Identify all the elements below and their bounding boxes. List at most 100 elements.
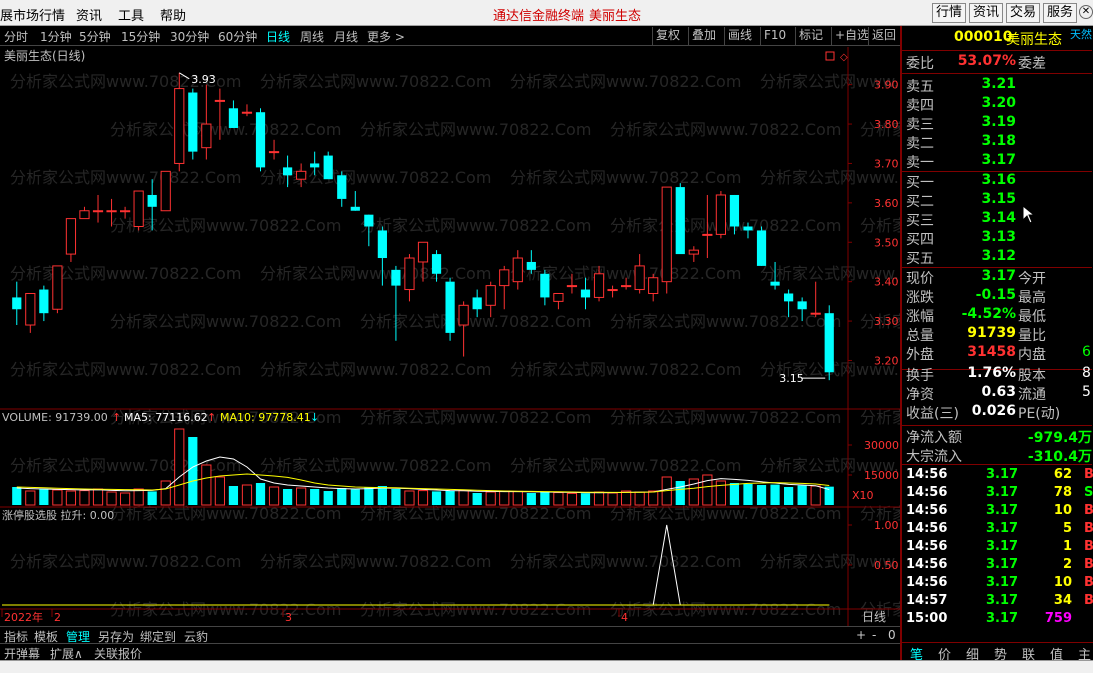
stat-row: 现价 3.17 今开 — [906, 268, 1093, 287]
tick-time: 14:56 — [906, 503, 948, 518]
volume-bar — [797, 485, 807, 505]
period-weekly[interactable]: 周线 — [300, 28, 324, 45]
candle-body — [485, 285, 496, 306]
tick-row: 14:56 3.17 10 B — [906, 575, 1093, 593]
ask-label: 卖三 — [906, 117, 934, 133]
f10-button[interactable]: F10 — [760, 27, 789, 45]
adjust-button[interactable]: 复权 — [652, 27, 683, 45]
ask-price: 3.19 — [981, 114, 1016, 130]
stat-label-2: 量比 — [1018, 328, 1046, 344]
period-60min[interactable]: 60分钟 — [218, 28, 257, 45]
stat-row: 外盘 31458 内盘 6 — [906, 344, 1093, 363]
draw-button[interactable]: 画线 — [724, 27, 755, 45]
tick-row: 14:56 3.17 2 B — [906, 557, 1093, 575]
watermark-text: 分析家公式网www.70822.Com — [860, 408, 900, 427]
period-1min[interactable]: 1分钟 — [40, 28, 72, 45]
stat-label-2: 最低 — [1018, 309, 1046, 325]
candle-body — [445, 281, 455, 333]
period-15min[interactable]: 15分钟 — [121, 28, 160, 45]
period-5min[interactable]: 5分钟 — [79, 28, 111, 45]
candle-body — [188, 92, 198, 152]
period-30min[interactable]: 30分钟 — [170, 28, 209, 45]
kline-chart[interactable]: 分析家公式网www.70822.Com 分析家公式网www.70822.Com 分析… — [0, 47, 900, 627]
status-bar — [0, 660, 1093, 673]
candle-body — [147, 194, 157, 207]
stat-value-2: 6 — [1082, 344, 1091, 360]
candle-body — [512, 257, 523, 283]
window-stock-name: 美丽生态 — [589, 9, 642, 24]
close-icon[interactable]: ✕ — [1079, 5, 1093, 19]
extension-tabs: 开弹幕 扩展∧ 关联报价 — [0, 643, 900, 661]
menu-tools[interactable]: 工具 — [118, 5, 144, 24]
tick-time: 14:56 — [906, 557, 948, 572]
menu-market[interactable]: 展市场行情 — [0, 5, 65, 24]
tick-row: 14:56 3.17 1 B — [906, 539, 1093, 557]
tick-volume: 34 — [1053, 593, 1072, 608]
volume-bar — [214, 476, 225, 506]
candle-body — [282, 167, 293, 176]
tick-price: 3.17 — [986, 467, 1019, 482]
watermark-text: 分析家公式网www.70822.Com — [510, 360, 741, 379]
period-more[interactable]: 更多 > — [367, 28, 405, 45]
volume-bar — [458, 489, 469, 506]
flow-label: 净流入额 — [906, 430, 962, 446]
bid-label: 买一 — [906, 175, 934, 191]
tick-time: 14:56 — [906, 521, 948, 536]
candle-body — [65, 218, 77, 255]
period-monthly[interactable]: 月线 — [334, 28, 358, 45]
wei-bi-label: 委比 — [906, 56, 934, 72]
period-daily[interactable]: 日线 — [266, 28, 290, 45]
price-tick-label: 3.80 — [874, 118, 899, 131]
ask-row: 卖一 3.17 — [906, 152, 1093, 171]
kline-chart-area[interactable]: 分析家公式网www.70822.Com 分析家公式网www.70822.Com 分析… — [0, 47, 900, 627]
tick-time: 14:56 — [906, 539, 948, 554]
zoom-reset-button[interactable]: 0 — [888, 628, 896, 642]
watermark-text: 分析家公式网www.70822.Com — [260, 168, 491, 187]
volume-bar — [756, 485, 767, 505]
volume-bar — [92, 488, 104, 506]
stat-label-2: 内盘 — [1018, 347, 1046, 363]
news-button[interactable]: 资讯 — [969, 3, 1003, 23]
ask-label: 卖一 — [906, 155, 934, 171]
ma10-down-arrow-icon: ↓ — [310, 411, 319, 424]
tick-side: S — [1084, 485, 1093, 500]
overlay-button[interactable]: 叠加 — [688, 27, 719, 45]
service-button[interactable]: 服务 — [1043, 3, 1077, 23]
candle-body — [296, 170, 307, 180]
candle-body — [458, 304, 469, 326]
mark-button[interactable]: 标记 — [795, 27, 826, 45]
period-tick[interactable]: 分时 — [4, 28, 28, 45]
menu-help[interactable]: 帮助 — [160, 5, 186, 24]
menu-news[interactable]: 资讯 — [76, 5, 102, 24]
volume-tick-label: 15000 — [864, 469, 899, 482]
chart-scroll-icon: ◇ — [840, 52, 848, 63]
volume-bar — [743, 484, 753, 505]
stat-label: 外盘 — [906, 347, 934, 363]
candle-body — [431, 254, 442, 274]
add-watchlist-button[interactable]: +自选 — [831, 27, 872, 45]
x-tick-label: 3 — [285, 611, 292, 624]
ask-price: 3.20 — [981, 95, 1016, 111]
bid-row: 买五 3.12 — [906, 248, 1093, 267]
candle-body — [797, 301, 807, 310]
stock-code: 000010 — [954, 29, 1013, 45]
back-button[interactable]: 返回 — [868, 27, 899, 45]
volume-bar — [188, 437, 198, 505]
volume-legend-vol: VOLUME: 91739.00 — [2, 411, 108, 424]
watermark-text: 分析家公式网www.70822.Com — [110, 216, 341, 235]
tick-row: 14:56 3.17 62 B — [906, 467, 1093, 485]
candle-body — [688, 249, 699, 255]
volume-bar — [702, 474, 713, 506]
volume-bar — [147, 491, 157, 505]
stat2-label: 净资 — [906, 387, 934, 403]
stat-row: 总量 91739 量比 — [906, 325, 1093, 344]
market-button[interactable]: 行情 — [932, 3, 966, 23]
tick-row: 14:56 3.17 10 B — [906, 503, 1093, 521]
zoom-in-button[interactable]: + — [856, 628, 866, 642]
ma5-up-arrow-icon: ↑ — [112, 411, 121, 424]
watermark-text: 分析家公式网www.70822.Com — [260, 360, 491, 379]
trade-button[interactable]: 交易 — [1006, 3, 1040, 23]
zoom-out-button[interactable]: - — [872, 628, 876, 642]
volume-bar — [310, 489, 320, 505]
candle-body — [729, 194, 740, 227]
